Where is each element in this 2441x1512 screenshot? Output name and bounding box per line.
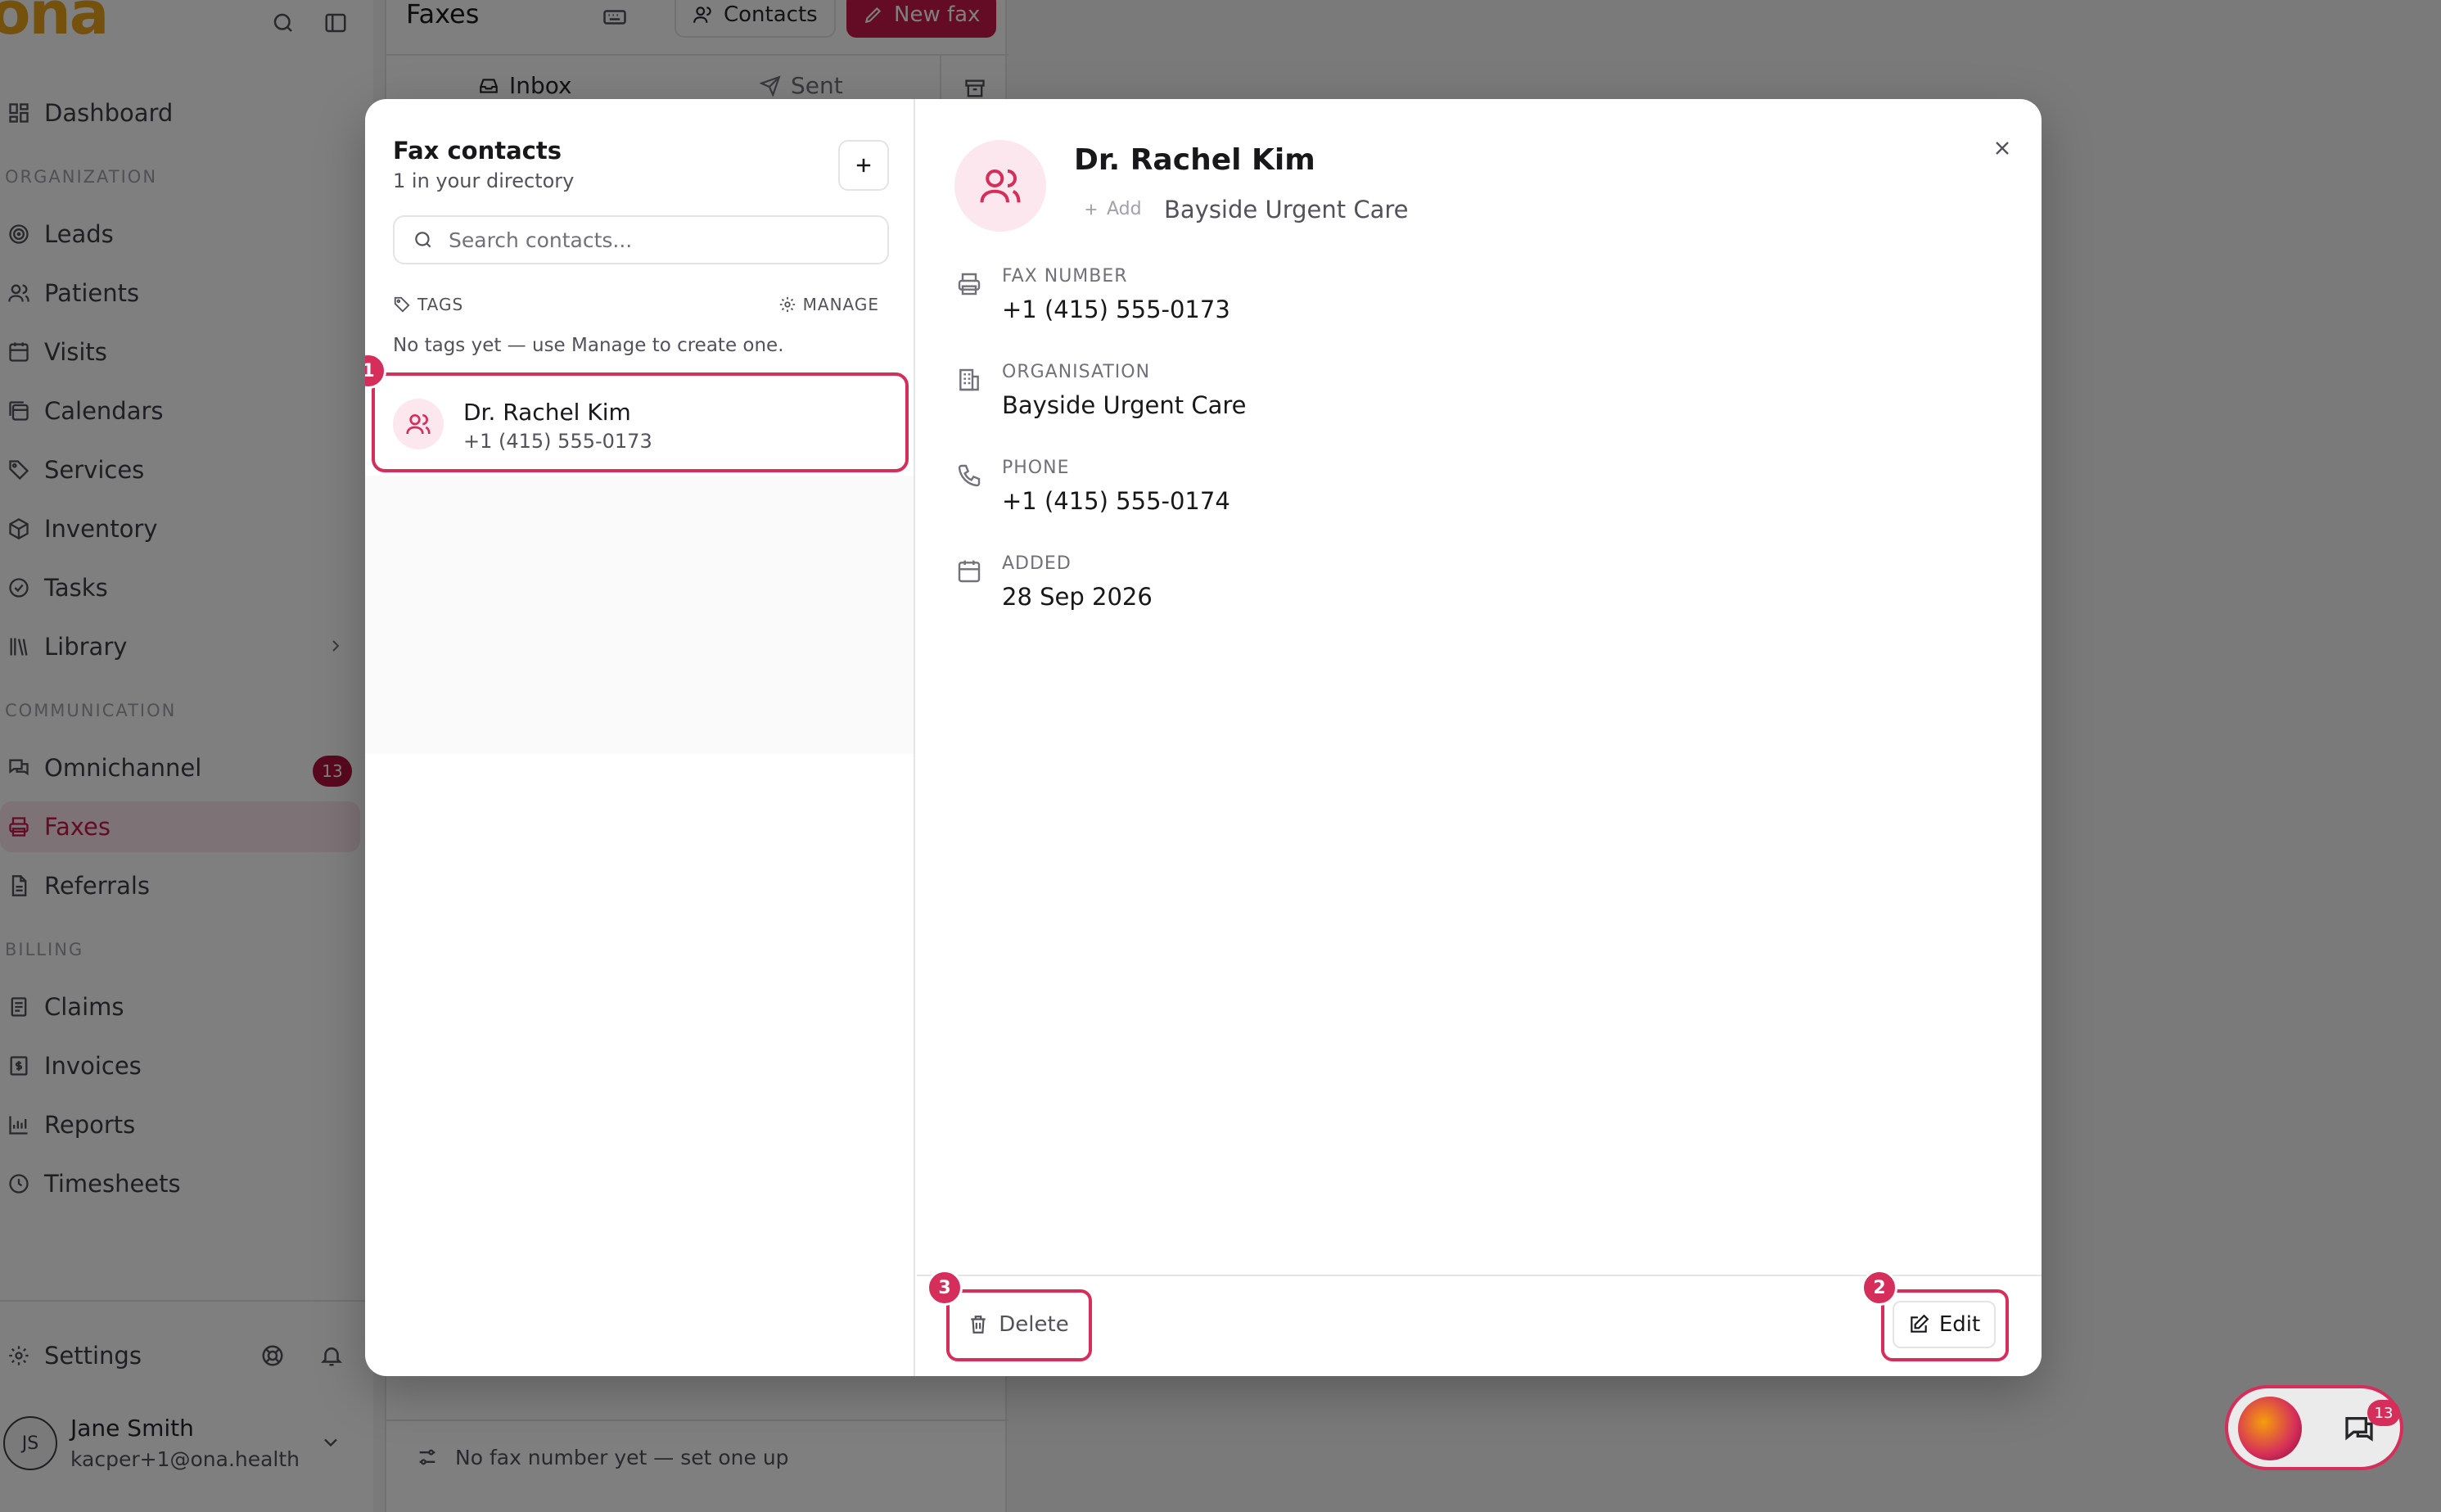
detail-footer: Delete 3 Edit 2	[917, 1270, 2042, 1376]
field-label: FAX NUMBER	[1002, 266, 1128, 287]
manage-tags-button[interactable]: MANAGE	[778, 295, 879, 314]
close-icon[interactable]	[1986, 132, 2019, 165]
users-icon	[954, 140, 1046, 232]
field-label: ORGANISATION	[1002, 362, 1151, 382]
users-icon	[393, 399, 444, 449]
contact-phone: +1 (415) 555-0173	[463, 430, 652, 453]
search-input[interactable]	[449, 228, 858, 252]
gear-icon	[778, 296, 796, 314]
edit-button[interactable]: Edit	[1893, 1301, 1996, 1348]
contacts-list-pane: Fax contacts 1 in your directory TAGS MA…	[365, 99, 915, 1376]
add-contact-button[interactable]	[838, 140, 889, 191]
empty-tags-message: No tags yet — use Manage to create one.	[393, 335, 784, 356]
field-added: ADDED 28 Sep 2026	[954, 553, 1937, 635]
delete-button[interactable]: Delete	[958, 1301, 1079, 1348]
printer-icon	[954, 269, 984, 299]
manage-label: MANAGE	[802, 295, 879, 314]
field-fax-number: FAX NUMBER +1 (415) 555-0173	[954, 266, 1937, 348]
edit-icon	[1908, 1314, 1929, 1335]
delete-highlight: Delete	[946, 1289, 1092, 1361]
modal-subtitle: 1 in your directory	[393, 169, 575, 192]
building-icon	[954, 365, 984, 395]
support-widget[interactable]: 13	[2225, 1385, 2403, 1470]
field-organisation: ORGANISATION Bayside Urgent Care	[954, 362, 1937, 444]
modal-title: Fax contacts	[393, 137, 562, 165]
search-icon	[413, 229, 434, 250]
tags-label: TAGS	[393, 295, 463, 314]
list-background	[365, 476, 914, 754]
tag-icon	[393, 296, 411, 314]
edit-button-label: Edit	[1938, 1312, 1981, 1337]
list-item[interactable]: Dr. Rachel Kim +1 (415) 555-0173	[372, 372, 909, 472]
chat-unread-badge: 13	[2367, 1400, 2400, 1426]
step-marker-2: 2	[1861, 1270, 1897, 1306]
add-tag-label: Add	[1107, 199, 1142, 219]
organisation-subtitle: Bayside Urgent Care	[1164, 196, 1409, 223]
plus-icon	[852, 154, 875, 177]
step-marker-3: 3	[927, 1270, 963, 1306]
field-value: Bayside Urgent Care	[1002, 391, 1247, 419]
tags-row: TAGS MANAGE	[393, 292, 889, 317]
contact-name: Dr. Rachel Kim	[463, 399, 631, 426]
edit-highlight: Edit	[1881, 1289, 2009, 1361]
field-value: 28 Sep 2026	[1002, 583, 1153, 611]
field-phone: PHONE +1 (415) 555-0174	[954, 458, 1937, 539]
search-box	[393, 215, 889, 264]
trash-icon	[968, 1314, 989, 1335]
add-tag-button[interactable]: Add	[1082, 199, 1142, 219]
field-value: +1 (415) 555-0174	[1002, 487, 1230, 515]
field-label: PHONE	[1002, 458, 1070, 478]
delete-button-label: Delete	[999, 1312, 1069, 1337]
phone-icon	[954, 461, 984, 490]
contact-detail-name: Dr. Rachel Kim	[1074, 143, 1315, 177]
plus-icon	[1082, 201, 1100, 219]
assistant-avatar-icon[interactable]	[2238, 1397, 2302, 1460]
field-value: +1 (415) 555-0173	[1002, 296, 1230, 323]
contact-detail-pane: Dr. Rachel Kim Add Bayside Urgent Care F…	[917, 99, 2042, 1376]
fax-contacts-modal: Fax contacts 1 in your directory TAGS MA…	[365, 99, 2042, 1376]
field-label: ADDED	[1002, 553, 1072, 574]
tags-label-text: TAGS	[417, 295, 464, 314]
calendar-icon	[954, 557, 984, 586]
